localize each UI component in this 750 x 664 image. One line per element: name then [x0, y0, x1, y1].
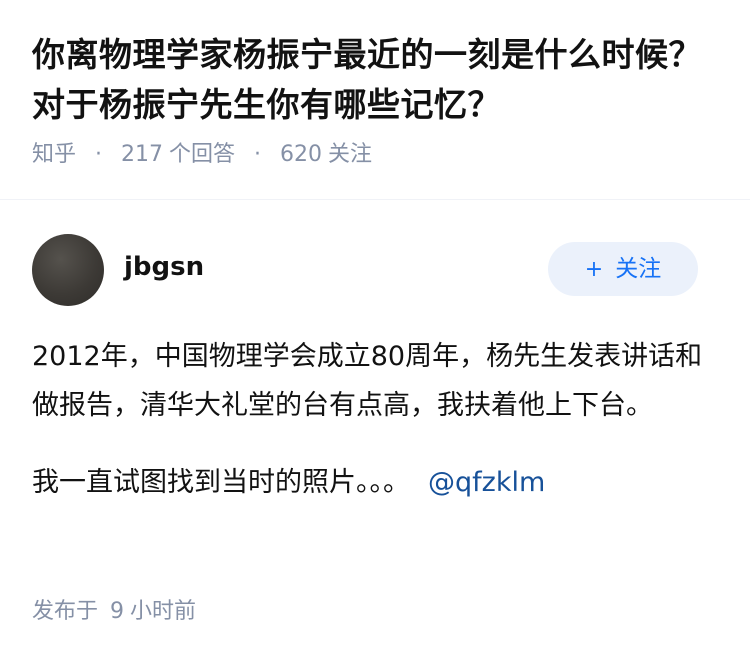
question-header: 你离物理学家杨振宁最近的一刻是什么时候？对于杨振宁先生你有哪些记忆？ 知乎 · … — [32, 30, 722, 170]
user-mention-link[interactable]: @qfzklm — [428, 467, 545, 498]
plus-icon: + — [584, 257, 604, 282]
follow-button[interactable]: + 关注 — [548, 242, 698, 296]
publish-number: 9 — [110, 599, 125, 624]
meta-separator: · — [95, 142, 103, 167]
publish-time: 发布于 9 小时前 — [32, 597, 196, 627]
answer-content: 2012年，中国物理学会成立80周年，杨先生发表讲话和做报告，清华大礼堂的台有点… — [32, 332, 712, 507]
answer-count-label[interactable]: 个回答 — [169, 142, 235, 167]
question-meta: 知乎 · 217 个回答 · 620 关注 — [32, 140, 722, 170]
follower-count: 620 — [280, 142, 323, 167]
section-divider — [0, 199, 750, 200]
answer-paragraph: 2012年，中国物理学会成立80周年，杨先生发表讲话和做报告，清华大礼堂的台有点… — [32, 341, 703, 421]
answer-paragraph-text: 我一直试图找到当时的照片。。。 — [32, 467, 410, 498]
publish-suffix: 小时前 — [130, 599, 197, 624]
answer-count: 217 — [121, 142, 164, 167]
avatar[interactable] — [32, 234, 104, 306]
answer-paragraph-with-mention: 我一直试图找到当时的照片。。。 @qfzklm — [32, 458, 712, 507]
follow-button-label: 关注 — [615, 256, 662, 282]
question-title[interactable]: 你离物理学家杨振宁最近的一刻是什么时候？对于杨振宁先生你有哪些记忆？ — [32, 30, 722, 130]
meta-separator: · — [254, 142, 262, 167]
publish-prefix: 发布于 — [32, 599, 99, 624]
follower-count-label: 关注 — [328, 142, 373, 167]
author-name[interactable]: jbgsn — [124, 250, 204, 284]
answer-author: jbgsn + 关注 — [32, 234, 698, 306]
site-name[interactable]: 知乎 — [32, 142, 76, 167]
